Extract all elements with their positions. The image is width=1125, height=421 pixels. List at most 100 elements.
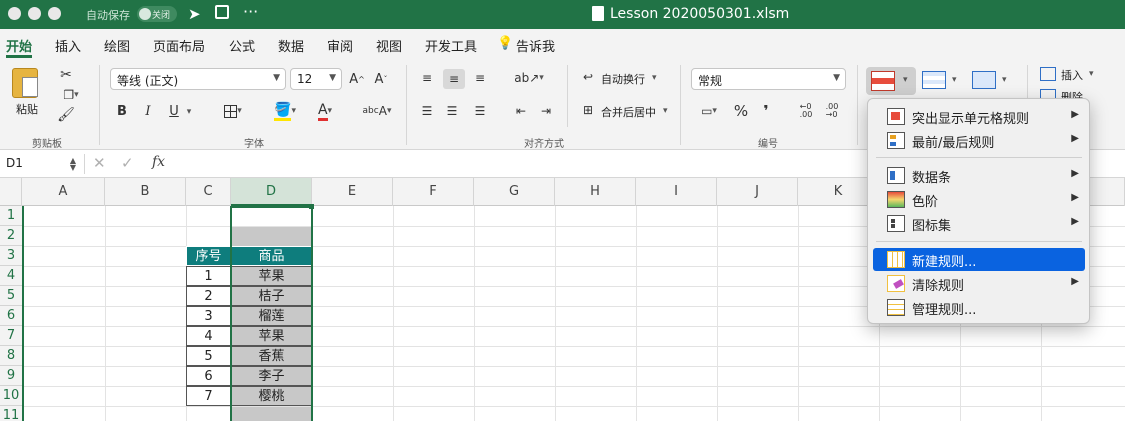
increase-indent-icon[interactable]: ⇥ bbox=[537, 102, 555, 120]
table-cell[interactable]: 6 bbox=[186, 366, 231, 386]
align-center-icon[interactable]: ☰ bbox=[443, 102, 461, 120]
font-color-icon[interactable]: A ▾ bbox=[310, 101, 340, 121]
tab-data[interactable]: 数据 bbox=[278, 36, 304, 55]
column-header[interactable]: H bbox=[555, 178, 636, 206]
merge-center-button[interactable]: 合并后居中 bbox=[601, 104, 656, 120]
table-cell[interactable]: 3 bbox=[186, 306, 231, 326]
borders-icon[interactable]: ▾ bbox=[218, 102, 248, 120]
increase-decimal-icon[interactable]: ←0.00 bbox=[797, 102, 815, 120]
table-cell[interactable]: 7 bbox=[186, 386, 231, 406]
column-header[interactable]: J bbox=[717, 178, 798, 206]
align-right-icon[interactable]: ☰ bbox=[471, 102, 489, 120]
column-header-selected[interactable]: D bbox=[231, 178, 312, 206]
tab-draw[interactable]: 绘图 bbox=[104, 36, 130, 55]
increase-font-size-icon[interactable]: A ^ bbox=[348, 70, 366, 88]
font-name-select[interactable]: 等线 (正文) ▼ bbox=[110, 68, 286, 90]
table-cell[interactable]: 2 bbox=[186, 286, 231, 306]
paste-icon[interactable] bbox=[12, 68, 38, 98]
menu-item-clear-rules[interactable]: 清除规则 ▶ bbox=[873, 272, 1085, 295]
font-size-select[interactable]: 12 ▼ bbox=[290, 68, 342, 90]
row-header[interactable]: 9 bbox=[0, 366, 22, 386]
minimize-window-button[interactable] bbox=[28, 7, 41, 20]
decrease-indent-icon[interactable]: ⇤ bbox=[512, 102, 530, 120]
tab-insert[interactable]: 插入 bbox=[55, 36, 81, 55]
fill-handle[interactable] bbox=[309, 204, 314, 209]
row-header[interactable]: 3 bbox=[0, 246, 22, 266]
row-header[interactable]: 7 bbox=[0, 326, 22, 346]
wrap-text-button[interactable]: 自动换行 bbox=[601, 71, 645, 87]
paste-button[interactable]: 粘贴 bbox=[16, 101, 38, 117]
copy-icon[interactable]: ❐ ▾ bbox=[58, 87, 84, 103]
cell-styles-button[interactable]: ▾ bbox=[970, 69, 1010, 95]
tab-view[interactable]: 视图 bbox=[376, 36, 402, 55]
tab-home[interactable]: 开始 bbox=[6, 36, 32, 55]
column-header[interactable]: F bbox=[393, 178, 474, 206]
more-icon[interactable]: ··· bbox=[243, 2, 258, 21]
conditional-formatting-button[interactable]: ▾ bbox=[866, 67, 916, 95]
align-middle-icon[interactable]: ≡ bbox=[443, 69, 465, 89]
table-header-cell[interactable]: 序号 bbox=[186, 246, 231, 266]
format-as-table-button[interactable]: ▾ bbox=[920, 69, 960, 95]
insert-function-button[interactable]: fx bbox=[152, 154, 165, 170]
menu-item-highlight-cells-rules[interactable]: 突出显示单元格规则 ▶ bbox=[873, 105, 1085, 128]
cancel-entry-icon[interactable]: ✕ bbox=[93, 154, 106, 172]
table-cell[interactable]: 4 bbox=[186, 326, 231, 346]
align-top-icon[interactable]: ≡ bbox=[418, 69, 436, 87]
format-painter-icon[interactable]: 🖌 bbox=[57, 107, 75, 123]
row-header[interactable]: 6 bbox=[0, 306, 22, 326]
menu-item-label: 最前/最后规则 bbox=[912, 136, 995, 151]
column-header[interactable]: E bbox=[312, 178, 393, 206]
row-header[interactable]: 1 bbox=[0, 206, 22, 226]
menu-item-color-scales[interactable]: 色阶 ▶ bbox=[873, 188, 1085, 211]
column-header[interactable]: G bbox=[474, 178, 555, 206]
row-header[interactable]: 11 bbox=[0, 406, 22, 421]
phonetic-guide-icon[interactable]: abc A ▾ bbox=[360, 101, 394, 121]
underline-button[interactable]: U bbox=[166, 102, 182, 120]
select-all-corner[interactable] bbox=[0, 178, 22, 206]
autosave-toggle[interactable]: 关闭 bbox=[137, 6, 177, 22]
column-header[interactable]: B bbox=[105, 178, 186, 206]
orientation-icon[interactable]: ab↗ ▾ bbox=[512, 69, 546, 87]
close-window-button[interactable] bbox=[8, 7, 21, 20]
align-bottom-icon[interactable]: ≡ bbox=[471, 69, 489, 87]
row-header[interactable]: 5 bbox=[0, 286, 22, 306]
number-format-select[interactable]: 常规 ▼ bbox=[691, 68, 846, 90]
submenu-arrow-icon: ▶ bbox=[1071, 216, 1079, 227]
tab-review[interactable]: 审阅 bbox=[327, 36, 353, 55]
tab-formulas[interactable]: 公式 bbox=[229, 36, 255, 55]
row-header[interactable]: 8 bbox=[0, 346, 22, 366]
cursor-icon[interactable]: ➤ bbox=[188, 5, 201, 23]
table-cell[interactable]: 1 bbox=[186, 266, 231, 286]
column-header[interactable]: A bbox=[22, 178, 105, 206]
accounting-format-icon[interactable]: ▭ ▾ bbox=[692, 102, 726, 120]
row-header[interactable]: 10 bbox=[0, 386, 22, 406]
percent-style-button[interactable]: % bbox=[732, 102, 750, 120]
insert-cells-button[interactable]: 插入 bbox=[1061, 67, 1083, 83]
menu-item-data-bars[interactable]: 数据条 ▶ bbox=[873, 164, 1085, 187]
column-header[interactable]: C bbox=[186, 178, 231, 206]
save-icon[interactable] bbox=[215, 5, 229, 19]
zoom-window-button[interactable] bbox=[48, 7, 61, 20]
confirm-entry-icon[interactable]: ✓ bbox=[121, 154, 134, 172]
menu-item-manage-rules[interactable]: 管理规则... bbox=[873, 296, 1085, 319]
decrease-font-size-icon[interactable]: Aˇ bbox=[372, 70, 390, 88]
tab-page-layout[interactable]: 页面布局 bbox=[153, 36, 205, 55]
bold-button[interactable]: B bbox=[114, 102, 130, 120]
italic-button[interactable]: I bbox=[140, 102, 156, 120]
tab-tell-me[interactable]: 告诉我 bbox=[516, 36, 555, 55]
underline-dropdown-icon[interactable]: ▾ bbox=[183, 103, 195, 121]
tab-developer[interactable]: 开发工具 bbox=[425, 36, 477, 55]
column-header[interactable]: I bbox=[636, 178, 717, 206]
table-cell[interactable]: 5 bbox=[186, 346, 231, 366]
align-left-icon[interactable]: ☰ bbox=[418, 102, 436, 120]
fill-color-icon[interactable]: 🪣 ▾ bbox=[270, 101, 300, 121]
cut-icon[interactable]: ✂ bbox=[58, 67, 74, 83]
menu-item-new-rule[interactable]: 新建规则... bbox=[873, 248, 1085, 271]
row-header[interactable]: 4 bbox=[0, 266, 22, 286]
menu-item-top-bottom-rules[interactable]: 最前/最后规则 ▶ bbox=[873, 129, 1085, 152]
comma-style-button[interactable]: ❜ bbox=[759, 102, 773, 120]
decrease-decimal-icon[interactable]: .00 →0 bbox=[823, 102, 841, 120]
name-box[interactable]: D1 ▲ ▼ bbox=[4, 155, 78, 173]
menu-item-icon-sets[interactable]: 图标集 ▶ bbox=[873, 212, 1085, 235]
row-header[interactable]: 2 bbox=[0, 226, 22, 246]
